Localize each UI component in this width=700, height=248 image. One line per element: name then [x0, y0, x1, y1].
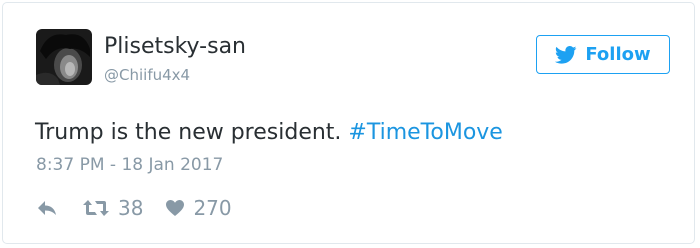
reply-button[interactable]: [36, 199, 58, 217]
tweet-text: Trump is the new president. #TimeToMove: [35, 122, 503, 144]
retweet-button[interactable]: 38: [82, 198, 143, 218]
tweet-timestamp[interactable]: 8:37 PM - 18 Jan 2017: [36, 157, 223, 174]
avatar[interactable]: [36, 29, 92, 85]
tweet-actions: 38 270: [36, 194, 232, 222]
hashtag-link[interactable]: #TimeToMove: [348, 120, 502, 145]
follow-button[interactable]: Follow: [536, 35, 670, 74]
follow-button-label: Follow: [585, 44, 651, 65]
retweet-count: 38: [118, 196, 144, 220]
user-handle[interactable]: @Chiifu4x4: [104, 68, 190, 83]
like-button[interactable]: 270: [165, 196, 232, 220]
reply-icon: [36, 199, 58, 217]
avatar-image: [36, 29, 92, 85]
twitter-bird-icon: [555, 45, 577, 64]
like-count: 270: [193, 196, 232, 220]
tweet-card: Plisetsky-san @Chiifu4x4 Follow Trump is…: [2, 2, 695, 244]
retweet-icon: [82, 198, 110, 218]
tweet-body: Trump is the new president.: [35, 120, 349, 145]
heart-icon: [165, 199, 185, 217]
user-name[interactable]: Plisetsky-san: [104, 36, 246, 58]
